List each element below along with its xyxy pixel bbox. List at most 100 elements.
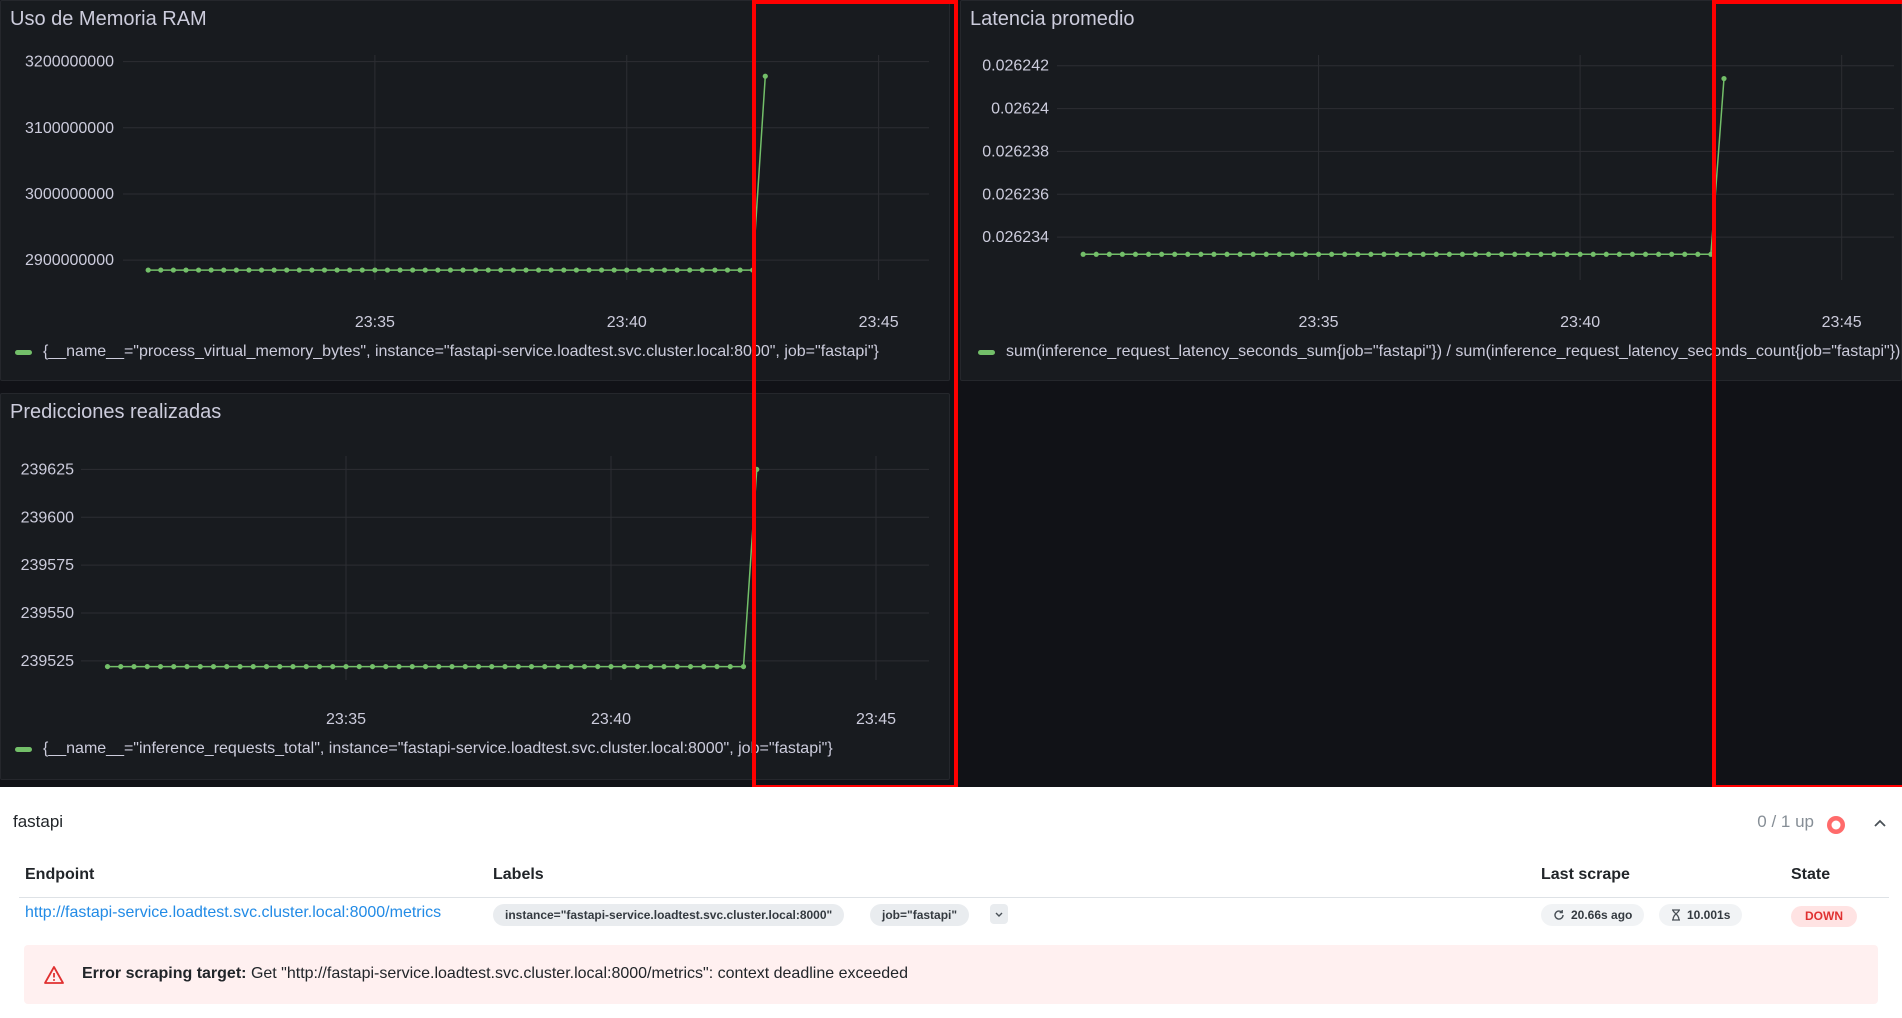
data-point bbox=[1093, 251, 1099, 257]
expand-labels-button[interactable] bbox=[990, 904, 1008, 924]
data-point bbox=[1381, 251, 1387, 257]
legend-color-swatch bbox=[15, 349, 32, 355]
data-point bbox=[250, 663, 256, 670]
data-point bbox=[356, 663, 362, 670]
data-point bbox=[510, 267, 517, 273]
data-point bbox=[1237, 251, 1243, 257]
label-badge-job: job="fastapi" bbox=[870, 904, 970, 926]
error-detail: Get "http://fastapi-service.loadtest.svc… bbox=[250, 965, 908, 982]
data-point bbox=[548, 267, 554, 273]
data-point bbox=[699, 267, 705, 273]
chevron-down-icon bbox=[995, 912, 1003, 917]
data-point bbox=[422, 267, 428, 273]
data-point bbox=[1538, 251, 1544, 257]
data-point bbox=[649, 267, 655, 273]
data-point bbox=[1603, 251, 1609, 257]
data-point bbox=[1551, 251, 1557, 257]
table-divider bbox=[19, 897, 1889, 898]
data-point bbox=[595, 663, 601, 670]
data-point bbox=[221, 267, 227, 273]
legend-item[interactable]: {__name__="inference_requests_total", in… bbox=[15, 740, 833, 758]
data-point bbox=[195, 267, 202, 273]
data-point bbox=[581, 663, 588, 670]
data-point bbox=[118, 663, 124, 670]
data-point bbox=[263, 663, 270, 670]
data-point bbox=[237, 663, 243, 670]
x-tick-label: 23:40 bbox=[607, 314, 647, 331]
data-point bbox=[648, 663, 654, 670]
data-point bbox=[1211, 251, 1217, 257]
data-point bbox=[1276, 251, 1282, 257]
data-point bbox=[183, 267, 189, 273]
status-down-dot-icon bbox=[1827, 816, 1845, 834]
label-badge-instance: instance="fastapi-service.loadtest.svc.c… bbox=[493, 904, 845, 926]
chevron-up-icon[interactable] bbox=[1872, 815, 1888, 831]
data-point bbox=[636, 267, 642, 273]
data-point bbox=[528, 663, 535, 670]
data-point bbox=[475, 663, 482, 670]
data-point bbox=[158, 267, 164, 273]
data-point bbox=[197, 663, 203, 670]
data-point bbox=[1119, 251, 1125, 257]
data-point bbox=[447, 267, 454, 273]
legend-item[interactable]: {__name__="process_virtual_memory_bytes"… bbox=[15, 343, 879, 361]
data-point bbox=[621, 663, 627, 670]
data-point bbox=[258, 267, 265, 273]
legend-label: {__name__="inference_requests_total", in… bbox=[43, 740, 833, 757]
job-name[interactable]: fastapi bbox=[13, 812, 63, 832]
data-point bbox=[316, 663, 323, 670]
endpoint-link[interactable]: http://fastapi-service.loadtest.svc.clus… bbox=[25, 904, 441, 922]
data-point bbox=[727, 663, 733, 670]
data-point bbox=[1302, 251, 1309, 257]
data-point bbox=[1132, 251, 1139, 257]
data-point bbox=[1080, 251, 1086, 257]
data-point bbox=[634, 663, 641, 670]
data-point bbox=[170, 267, 176, 273]
data-point bbox=[1342, 251, 1348, 257]
highlight-box-left bbox=[752, 0, 958, 789]
highlight-box-right bbox=[1712, 0, 1902, 789]
x-tick-label: 23:35 bbox=[326, 711, 366, 728]
status-badge: DOWN bbox=[1791, 906, 1857, 927]
data-point bbox=[714, 663, 720, 670]
data-point bbox=[1368, 251, 1374, 257]
data-point bbox=[246, 267, 252, 273]
series-line bbox=[107, 469, 758, 668]
data-point bbox=[555, 663, 561, 670]
legend-color-swatch bbox=[978, 349, 995, 355]
data-point bbox=[330, 663, 336, 670]
data-point bbox=[409, 663, 415, 670]
data-point bbox=[208, 267, 214, 273]
column-header-state: State bbox=[1791, 866, 1831, 883]
data-point bbox=[674, 663, 680, 670]
data-point bbox=[737, 267, 743, 273]
data-point bbox=[290, 663, 296, 670]
data-point bbox=[383, 663, 389, 670]
data-point bbox=[1512, 251, 1518, 257]
data-point bbox=[515, 663, 521, 670]
data-point bbox=[661, 663, 667, 670]
data-point bbox=[624, 267, 630, 273]
data-point bbox=[410, 267, 416, 273]
data-point bbox=[1159, 251, 1165, 257]
data-point bbox=[436, 663, 442, 670]
data-point bbox=[1145, 251, 1152, 257]
y-tick-label: 0.026238 bbox=[982, 143, 1049, 160]
data-point bbox=[462, 663, 468, 670]
series-line bbox=[1083, 78, 1725, 256]
data-point bbox=[1329, 251, 1335, 257]
data-point bbox=[334, 267, 340, 273]
data-point bbox=[184, 663, 190, 670]
data-point bbox=[131, 663, 137, 670]
data-point bbox=[535, 267, 542, 273]
data-point bbox=[473, 267, 479, 273]
data-point bbox=[296, 267, 302, 273]
grafana-dashboard: Uso de Memoria RAM 2900000000 3000000000 3… bbox=[0, 0, 1902, 789]
data-point bbox=[1629, 251, 1636, 257]
data-point bbox=[1263, 251, 1269, 257]
data-point bbox=[171, 663, 177, 670]
data-point bbox=[611, 267, 617, 273]
y-tick-label: 0.02624 bbox=[991, 101, 1049, 118]
data-point bbox=[347, 267, 353, 273]
error-alert: Error scraping target: Get "http://fasta… bbox=[24, 945, 1878, 1004]
